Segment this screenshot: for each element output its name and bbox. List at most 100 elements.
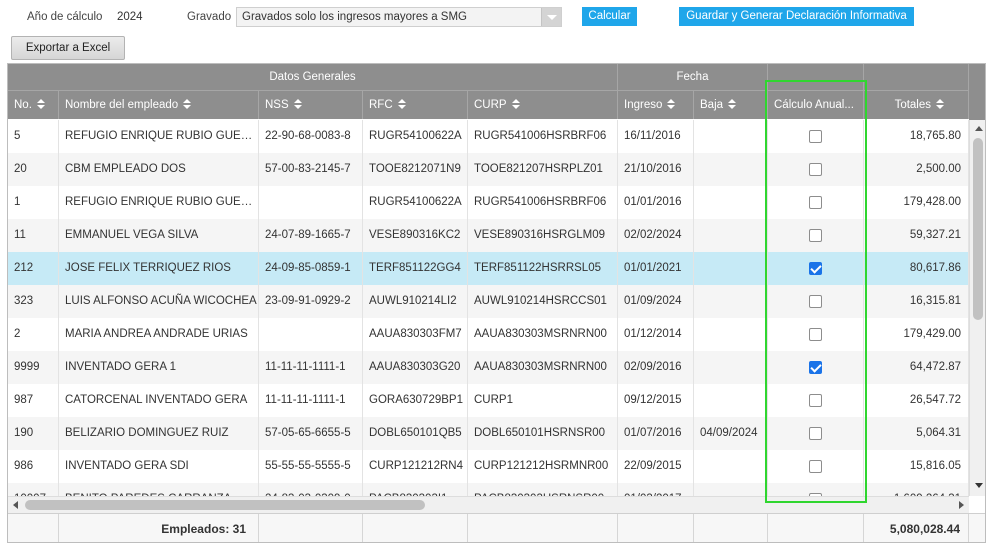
cell-baja: 04/09/2024 — [694, 417, 768, 450]
grid-group-header: Datos Generales Fecha — [8, 64, 969, 90]
cell-nombre: CBM EMPLEADO DOS — [59, 153, 259, 186]
cell-no: 1 — [8, 186, 59, 219]
sort-icon — [183, 99, 192, 109]
footer-cell-nss — [259, 514, 363, 542]
cell-nombre: LUIS ALFONSO ACUÑA WICOCHEA — [59, 285, 259, 318]
grid-column-header: No. Nombre del empleado NSS RFC CURP Ing… — [8, 90, 969, 119]
cell-rfc: AUWL910214LI2 — [363, 285, 468, 318]
calculo-anual-checkbox[interactable] — [809, 394, 822, 407]
calcular-button[interactable]: Calcular — [582, 7, 637, 26]
cell-no: 11 — [8, 219, 59, 252]
employees-grid: Datos Generales Fecha No. Nombre del emp… — [7, 63, 986, 543]
footer-cell-rfc — [363, 514, 468, 542]
scroll-left-icon[interactable] — [13, 501, 18, 509]
cell-nss: 24-09-85-0859-1 — [259, 252, 363, 285]
calculo-anual-checkbox[interactable] — [809, 295, 822, 308]
column-baja-label: Baja — [700, 99, 724, 111]
cell-calculo-anual — [768, 219, 864, 252]
chevron-down-icon[interactable] — [541, 8, 561, 26]
column-nss[interactable]: NSS — [259, 91, 363, 119]
calculo-anual-checkbox[interactable] — [809, 361, 822, 374]
table-row[interactable]: 9999 INVENTADO GERA 1 11-11-11-1111-1 AAUA8… — [8, 351, 969, 384]
table-row[interactable]: 20 CBM EMPLEADO DOS 57-00-83-2145-7 TOOE821… — [8, 153, 969, 186]
cell-ingreso: 01/01/2016 — [618, 186, 694, 219]
column-ingreso-label: Ingreso — [624, 99, 663, 111]
calculo-anual-checkbox[interactable] — [809, 196, 822, 209]
year-label: Año de cálculo — [27, 11, 103, 23]
table-row[interactable]: 986 INVENTADO GERA SDI 55-55-55-5555-5 CURP… — [8, 450, 969, 483]
export-excel-button[interactable]: Exportar a Excel — [11, 36, 125, 60]
cell-nombre: JOSE FELIX TERRIQUEZ RIOS — [59, 252, 259, 285]
table-row[interactable]: 5 REFUGIO ENRIQUE RUBIO GUERR... 22-90-68-… — [8, 120, 969, 153]
year-value[interactable]: 2024 — [117, 11, 143, 23]
cell-rfc: CURP121212RN4 — [363, 450, 468, 483]
table-row[interactable]: 2 MARIA ANDREA ANDRADE URIAS AAUA830303FM7… — [8, 318, 969, 351]
column-rfc[interactable]: RFC — [363, 91, 468, 119]
footer-cell-calculo — [768, 514, 864, 542]
cell-curp: DOBL650101HSRNSR00 — [468, 417, 618, 450]
cell-calculo-anual — [768, 318, 864, 351]
horizontal-scrollbar[interactable] — [8, 496, 969, 513]
column-curp-label: CURP — [474, 99, 507, 111]
table-row[interactable]: 11 EMMANUEL VEGA SILVA 24-07-89-1665-7 VESE… — [8, 219, 969, 252]
group-empty-1 — [768, 64, 864, 90]
cell-calculo-anual — [768, 417, 864, 450]
sort-icon — [36, 99, 45, 109]
cell-ingreso: 09/12/2015 — [618, 384, 694, 417]
horizontal-scroll-thumb[interactable] — [25, 500, 425, 510]
cell-ingreso: 01/09/2024 — [618, 285, 694, 318]
cell-total: 64,472.87 — [864, 351, 969, 384]
column-nombre-label: Nombre del empleado — [65, 99, 179, 111]
guardar-generar-button[interactable]: Guardar y Generar Declaración Informativ… — [679, 7, 914, 26]
calculo-anual-checkbox[interactable] — [809, 460, 822, 473]
cell-nombre: EMMANUEL VEGA SILVA — [59, 219, 259, 252]
scroll-up-icon[interactable] — [975, 126, 983, 131]
calculo-anual-checkbox[interactable] — [809, 262, 822, 275]
vertical-scrollbar[interactable] — [969, 120, 985, 496]
table-row[interactable]: 10007BENITO PAREDES CARRANZA24-83-03-030… — [8, 483, 969, 496]
column-nombre[interactable]: Nombre del empleado — [59, 91, 259, 119]
cell-baja — [694, 450, 768, 483]
column-no[interactable]: No. — [8, 91, 59, 119]
cell-rfc: RUGR54100622A — [363, 120, 468, 153]
cell-total: 179,429.00 — [864, 318, 969, 351]
table-row[interactable]: 212 JOSE FELIX TERRIQUEZ RIOS 24-09-85-085… — [8, 252, 969, 285]
table-row[interactable]: 987 CATORCENAL INVENTADO GERA 11-11-11-111… — [8, 384, 969, 417]
cell-baja — [694, 483, 768, 496]
cell-nombre: BENITO PAREDES CARRANZA — [59, 483, 259, 496]
cell-total: 179,428.00 — [864, 186, 969, 219]
column-curp[interactable]: CURP — [468, 91, 618, 119]
cell-ingreso: 01/01/2021 — [618, 252, 694, 285]
cell-rfc: TOOE8212071N9 — [363, 153, 468, 186]
cell-nombre: INVENTADO GERA SDI — [59, 450, 259, 483]
calculo-anual-checkbox[interactable] — [809, 328, 822, 341]
gravado-select-value: Gravados solo los ingresos mayores a SMG — [242, 11, 467, 23]
column-calculo-anual[interactable]: Cálculo Anual... — [768, 91, 864, 119]
column-totales[interactable]: Totales — [864, 91, 969, 119]
column-ingreso[interactable]: Ingreso — [618, 91, 694, 119]
cell-total: 1,609,264.31 — [864, 483, 969, 496]
scroll-down-icon[interactable] — [975, 483, 983, 488]
cell-rfc: AAUA830303FM7 — [363, 318, 468, 351]
cell-curp: AUWL910214HSRCCS01 — [468, 285, 618, 318]
cell-no: 190 — [8, 417, 59, 450]
sort-icon — [667, 99, 676, 109]
cell-total: 5,064.31 — [864, 417, 969, 450]
calculo-anual-checkbox[interactable] — [809, 163, 822, 176]
calculo-anual-checkbox[interactable] — [809, 229, 822, 242]
cell-rfc: RUGR54100622A — [363, 186, 468, 219]
cell-nss: 11-11-11-1111-1 — [259, 351, 363, 384]
column-baja[interactable]: Baja — [694, 91, 768, 119]
calculo-anual-checkbox[interactable] — [809, 130, 822, 143]
cell-calculo-anual — [768, 252, 864, 285]
vertical-scroll-thumb[interactable] — [973, 138, 983, 320]
gravado-select[interactable]: Gravados solo los ingresos mayores a SMG — [236, 7, 562, 27]
column-totales-label: Totales — [894, 99, 931, 111]
table-row[interactable]: 323 LUIS ALFONSO ACUÑA WICOCHEA 23-09-91-0… — [8, 285, 969, 318]
table-row[interactable]: 1 REFUGIO ENRIQUE RUBIO GUERR... RUGR54100… — [8, 186, 969, 219]
calculo-anual-checkbox[interactable] — [809, 427, 822, 440]
scroll-right-icon[interactable] — [959, 501, 964, 509]
cell-ingreso: 01/12/2014 — [618, 318, 694, 351]
cell-rfc: TERF851122GG4 — [363, 252, 468, 285]
table-row[interactable]: 190 BELIZARIO DOMINGUEZ RUIZ 57-05-65-6655… — [8, 417, 969, 450]
